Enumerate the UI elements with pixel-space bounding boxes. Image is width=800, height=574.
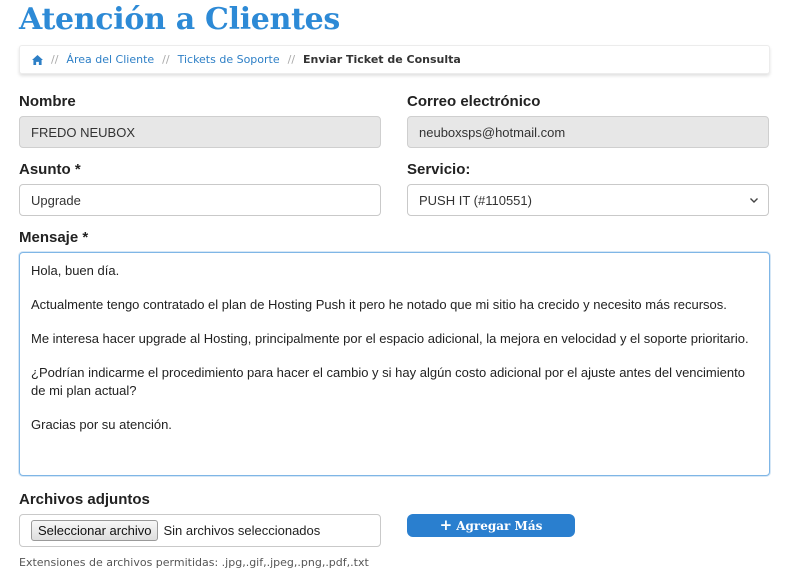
- no-file-text: Sin archivos seleccionados: [163, 523, 321, 538]
- message-textarea[interactable]: Hola, buen día. Actualmente tengo contra…: [19, 252, 770, 476]
- service-selected-value: PUSH IT (#110551): [419, 192, 532, 208]
- add-more-button[interactable]: + Agregar Más: [407, 514, 575, 537]
- allowed-extensions-hint: Extensiones de archivos permitidas: .jpg…: [19, 556, 369, 569]
- service-select[interactable]: PUSH IT (#110551): [407, 184, 769, 216]
- home-icon[interactable]: [32, 54, 43, 65]
- breadcrumb-item-current: Enviar Ticket de Consulta: [303, 53, 461, 66]
- message-paragraph: Hola, buen día.: [31, 263, 120, 278]
- page-title: Atención a Clientes: [19, 2, 341, 37]
- message-paragraph: Gracias por su atención.: [31, 417, 172, 432]
- breadcrumb-separator: //: [162, 53, 170, 66]
- service-label: Servicio:: [407, 161, 471, 178]
- name-field[interactable]: [19, 116, 381, 148]
- breadcrumb: // Área del Cliente // Tickets de Soport…: [19, 45, 770, 74]
- add-more-label: Agregar Más: [456, 518, 543, 533]
- plus-icon: +: [439, 516, 453, 534]
- choose-file-button[interactable]: Seleccionar archivo: [31, 520, 159, 541]
- subject-input[interactable]: [19, 184, 381, 216]
- attachments-label: Archivos adjuntos: [19, 491, 150, 508]
- breadcrumb-separator: //: [51, 53, 59, 66]
- message-paragraph: Me interesa hacer upgrade al Hosting, pr…: [31, 331, 749, 346]
- subject-label: Asunto *: [19, 161, 81, 178]
- email-field[interactable]: [407, 116, 769, 148]
- file-input[interactable]: Seleccionar archivo Sin archivos selecci…: [19, 514, 381, 547]
- email-label: Correo electrónico: [407, 93, 541, 110]
- breadcrumb-separator: //: [287, 53, 296, 66]
- breadcrumb-item-support-tickets[interactable]: Tickets de Soporte: [178, 53, 280, 66]
- message-paragraph: Actualmente tengo contratado el plan de …: [31, 297, 727, 312]
- message-paragraph: ¿Podrían indicarme el procedimiento para…: [31, 365, 745, 398]
- message-label: Mensaje *: [19, 229, 89, 246]
- chevron-down-icon: [750, 198, 758, 203]
- name-label: Nombre: [19, 93, 76, 110]
- breadcrumb-item-client-area[interactable]: Área del Cliente: [66, 53, 154, 66]
